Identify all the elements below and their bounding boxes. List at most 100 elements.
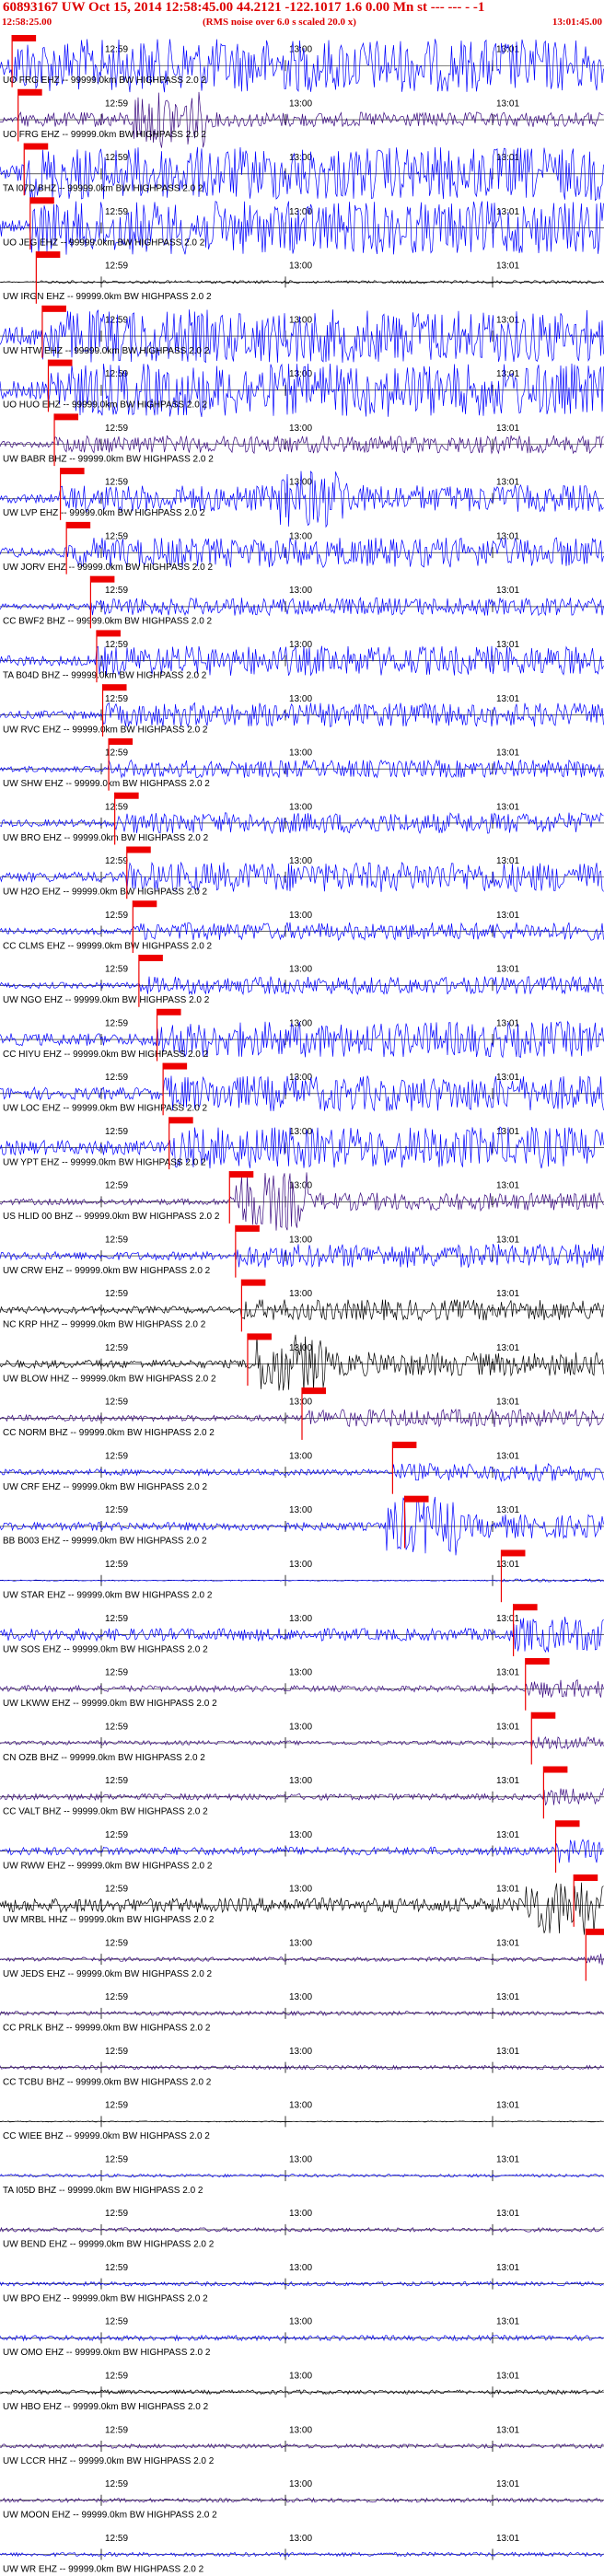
tick-label: 12:59 [105, 1343, 128, 1353]
tick-label: 13:00 [289, 2047, 312, 2057]
tick-label: 13:00 [289, 2101, 312, 2111]
pick-flag [29, 197, 54, 204]
tick-label: 12:59 [105, 586, 128, 596]
tick-label: 13:01 [496, 965, 519, 975]
time-range-bar: 12:58:25.00 (RMS noise over 6.0 s scaled… [0, 17, 604, 31]
pick-flag [302, 1387, 326, 1395]
station-row: 12:59 13:00 13:01TA I07D BHZ -- 99999.0km … [0, 143, 604, 202]
tick-label: 13:00 [289, 1398, 312, 1408]
tick-label: 13:00 [289, 1830, 312, 1840]
pick-flag [48, 359, 73, 366]
station-row: 12:59 13:00 13:01 CC CLMS EHZ -- 99999.0km … [0, 900, 604, 954]
tick-label: 13:01 [496, 1885, 519, 1895]
station-row: 12:59 13:00 13:01UW LOC EHZ -- 99999.0km B… [0, 1062, 604, 1116]
station-label: CC VALT BHZ -- 99999.0km BW HIGHPASS 2.0… [3, 1807, 208, 1817]
tick-label: 13:00 [289, 2317, 312, 2327]
station-row: 12:59 13:00 13:01 UW NGO EHZ -- 99999.0km B… [0, 955, 604, 1007]
tick-label: 12:59 [105, 1235, 128, 1245]
tick-label: 12:59 [105, 1289, 128, 1299]
station-row: 12:59 13:00 13:01 CC WIEE BHZ -- 99999.0km … [0, 2101, 604, 2141]
pick-flag [168, 1117, 193, 1124]
tick-label: 13:00 [289, 369, 312, 379]
tick-label: 13:00 [289, 424, 312, 434]
pick-flag [126, 846, 151, 853]
tick-label: 13:01 [496, 2534, 519, 2544]
tick-label: 13:00 [289, 1992, 312, 2002]
tick-label: 12:59 [105, 640, 128, 650]
tick-label: 13:01 [496, 1235, 519, 1245]
tick-label: 13:00 [289, 315, 312, 325]
station-row: 12:59 13:00 13:01 UW CRW EHZ -- 99999.0km B… [0, 1224, 604, 1278]
station-row: 12:59 13:00 13:01UW YPT EHZ -- 99999.0km B… [0, 1117, 604, 1170]
tick-label: 12:59 [105, 424, 128, 434]
pick-flag [229, 1171, 254, 1178]
tick-label: 13:01 [496, 1668, 519, 1678]
tick-label: 13:00 [289, 1451, 312, 1461]
tick-label: 13:01 [496, 1776, 519, 1786]
pick-flag [96, 630, 121, 637]
station-row: 12:59 13:00 13:01UO JEG EHZ -- 99999.0km B… [0, 197, 604, 255]
tick-label: 12:59 [105, 1018, 128, 1028]
tick-label: 12:59 [105, 261, 128, 272]
station-label: UW YPT EHZ -- 99999.0km BW HIGHPASS 2.0 … [3, 1157, 206, 1167]
tick-label: 13:01 [496, 2154, 519, 2164]
station-row: 12:59 13:00 13:01 CN OZB BHZ -- 99999.0km B… [0, 1712, 604, 1765]
tick-label: 12:59 [105, 1830, 128, 1840]
tick-label: 13:00 [289, 1668, 312, 1678]
station-label: UW BLOW HHZ -- 99999.0km BW HIGHPASS 2.0… [3, 1374, 216, 1384]
tick-label: 13:00 [289, 748, 312, 759]
tick-label: 13:00 [289, 2479, 312, 2489]
tick-label: 13:01 [496, 2263, 519, 2273]
end-time: 13:01:45.00 [552, 17, 602, 28]
station-label: UW LOC EHZ -- 99999.0km BW HIGHPASS 2.0 … [3, 1104, 208, 1114]
station-label: CC TCBU BHZ -- 99999.0km BW HIGHPASS 2.0… [3, 2077, 212, 2087]
tick-label: 12:59 [105, 2101, 128, 2111]
station-label: UO FRG EHZ -- 99999.0km BW HIGHPASS 2.0 … [3, 75, 206, 86]
pick-flag [531, 1712, 556, 1719]
pick-flag [41, 305, 66, 312]
tick-label: 13:01 [496, 2101, 519, 2111]
tick-label: 12:59 [105, 2479, 128, 2489]
tick-label: 12:59 [105, 1885, 128, 1895]
station-label: UW WR EHZ -- 99999.0km BW HIGHPASS 2.0 2 [3, 2564, 204, 2574]
pick-flag [392, 1441, 417, 1448]
tick-label: 12:59 [105, 694, 128, 704]
station-row: 12:59 13:00 13:01 UO FRG EHZ -- 99999.0km B… [0, 88, 604, 148]
station-label: UW LCCR HHZ -- 99999.0km BW HIGHPASS 2.0… [3, 2456, 215, 2466]
station-row: 12:59 13:00 13:01 UW H2O EHZ -- 99999.0km B… [0, 846, 604, 899]
tick-label: 13:00 [289, 261, 312, 272]
station-row: 12:59 13:00 13:01 UW RWW EHZ -- 99999.0km B… [0, 1820, 604, 1874]
pick-flag [235, 1224, 260, 1232]
station-label: UW CRF EHZ -- 99999.0km BW HIGHPASS 2.0 … [3, 1482, 208, 1492]
tick-label: 13:01 [496, 2317, 519, 2327]
station-row: 12:59 13:00 13:01 UW STAR EHZ -- 99999.0km … [0, 1549, 604, 1603]
tick-label: 12:59 [105, 2047, 128, 2057]
tick-label: 13:01 [496, 531, 519, 541]
tick-label: 13:01 [496, 1614, 519, 1624]
tick-label: 13:01 [496, 1289, 519, 1299]
tick-label: 12:59 [105, 1398, 128, 1408]
tick-label: 13:00 [289, 99, 312, 109]
tick-label: 13:01 [496, 694, 519, 704]
station-row: 12:59 13:00 13:01 UO HUO EHZ -- 99999.0km B… [0, 359, 604, 417]
station-row: 12:59 13:00 13:01 UW BPO EHZ -- 99999.0km B… [0, 2263, 604, 2303]
station-label: UW JORV EHZ -- 99999.0km BW HIGHPASS 2.0… [3, 563, 213, 573]
pick-flag [133, 900, 157, 908]
tick-label: 13:01 [496, 2209, 519, 2219]
tick-label: 12:59 [105, 207, 128, 217]
station-row: 12:59 13:00 13:01 UW IRGN EHZ -- 99999.0km … [0, 251, 604, 304]
tick-label: 13:01 [496, 1451, 519, 1461]
tick-label: 12:59 [105, 856, 128, 866]
tick-label: 13:00 [289, 802, 312, 812]
pick-flag [543, 1766, 568, 1773]
pick-flag [12, 35, 37, 41]
tick-label: 13:01 [496, 2425, 519, 2435]
tick-label: 13:00 [289, 1614, 312, 1624]
tick-label: 12:59 [105, 2534, 128, 2544]
station-row: 12:59 13:00 13:01 CC BWF2 BHZ -- 99999.0km … [0, 575, 604, 629]
station-row: 12:59 13:00 13:01UW SHW EHZ -- 99999.0km B… [0, 737, 604, 791]
tick-label: 13:00 [289, 1776, 312, 1786]
tick-label: 12:59 [105, 1722, 128, 1732]
tick-label: 13:00 [289, 2209, 312, 2219]
tick-label: 12:59 [105, 1073, 128, 1083]
